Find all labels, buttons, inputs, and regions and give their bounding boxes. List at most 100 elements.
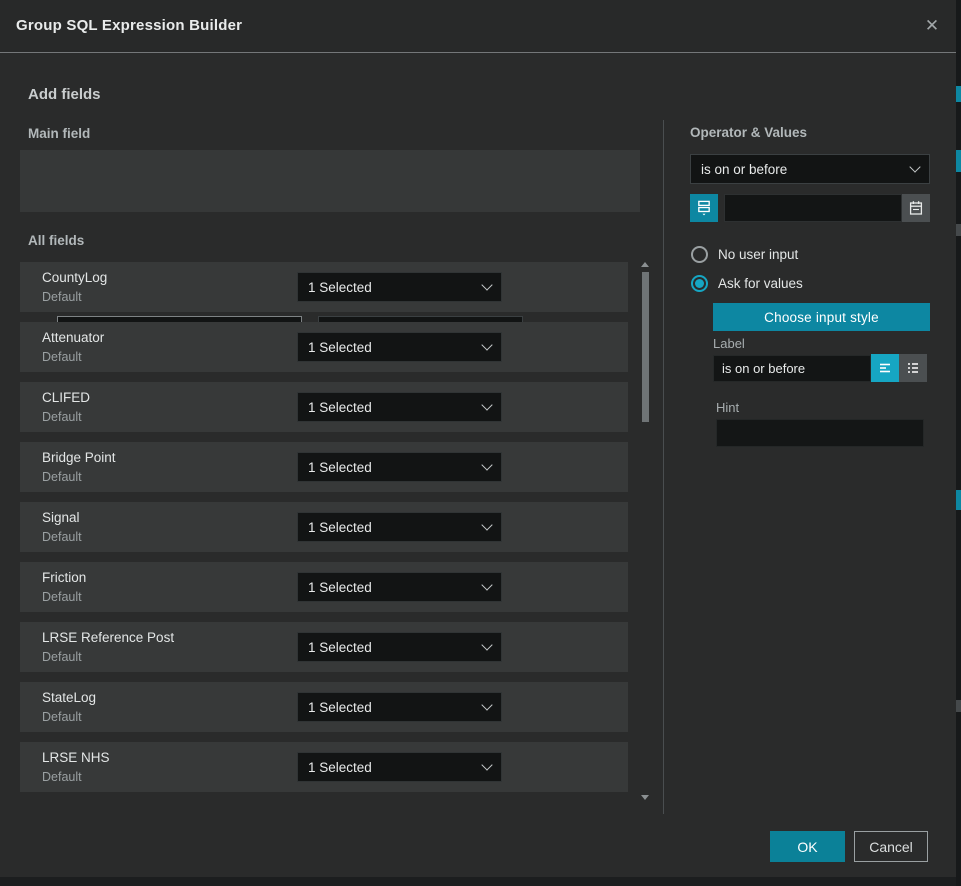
field-values-dropdown[interactable]: 1 Selected bbox=[297, 692, 502, 722]
field-name: Attenuator bbox=[42, 330, 104, 345]
field-values-dropdown[interactable]: 1 Selected bbox=[297, 452, 502, 482]
radio-ask-for-values[interactable]: Ask for values bbox=[691, 275, 803, 292]
add-fields-heading: Add fields bbox=[28, 86, 101, 103]
field-row: CountyLog Default 1 Selected bbox=[20, 262, 628, 312]
field-row: Bridge Point Default 1 Selected bbox=[20, 442, 628, 492]
field-row: StateLog Default 1 Selected bbox=[20, 682, 628, 732]
operator-dropdown-value: is on or before bbox=[701, 162, 903, 177]
screen: Group SQL Expression Builder ✕ Add field… bbox=[0, 0, 961, 886]
radio-label: Ask for values bbox=[718, 276, 803, 291]
field-name: Signal bbox=[42, 510, 80, 525]
field-subtitle: Default bbox=[42, 770, 82, 784]
field-name: Friction bbox=[42, 570, 86, 585]
radio-checked-icon bbox=[691, 275, 708, 292]
field-values-dropdown-value: 1 Selected bbox=[308, 640, 475, 655]
chevron-down-icon bbox=[481, 459, 492, 470]
all-fields-list: CountyLog Default 1 Selected Attenuator … bbox=[20, 262, 628, 792]
field-values-dropdown-value: 1 Selected bbox=[308, 520, 475, 535]
cancel-button[interactable]: Cancel bbox=[854, 831, 928, 862]
hint-caption: Hint bbox=[716, 400, 739, 415]
field-name: LRSE NHS bbox=[42, 750, 110, 765]
field-subtitle: Default bbox=[42, 350, 82, 364]
field-name: Bridge Point bbox=[42, 450, 116, 465]
field-values-dropdown[interactable]: 1 Selected bbox=[297, 272, 502, 302]
field-values-dropdown-value: 1 Selected bbox=[308, 580, 475, 595]
choose-input-style-button[interactable]: Choose input style bbox=[713, 303, 930, 331]
field-row: LRSE Reference Post Default 1 Selected bbox=[20, 622, 628, 672]
panel-divider bbox=[663, 120, 664, 814]
chevron-down-icon bbox=[481, 399, 492, 410]
background-app-sliver bbox=[956, 0, 961, 886]
field-subtitle: Default bbox=[42, 470, 82, 484]
scrollbar-down-arrow-icon[interactable] bbox=[641, 795, 649, 800]
operator-values-heading: Operator & Values bbox=[690, 125, 807, 140]
field-values-dropdown[interactable]: 1 Selected bbox=[297, 392, 502, 422]
chevron-down-icon bbox=[481, 579, 492, 590]
background-app-sliver bbox=[0, 877, 956, 886]
dialog-header: Group SQL Expression Builder ✕ bbox=[0, 0, 956, 53]
input-style-single-line-button[interactable] bbox=[871, 354, 899, 382]
field-values-dropdown-value: 1 Selected bbox=[308, 400, 475, 415]
operator-dropdown[interactable]: is on or before bbox=[690, 154, 930, 184]
field-subtitle: Default bbox=[42, 530, 82, 544]
list-icon bbox=[905, 360, 921, 376]
close-icon[interactable]: ✕ bbox=[920, 14, 944, 38]
field-subtitle: Default bbox=[42, 650, 82, 664]
group-sql-expression-builder-dialog: Group SQL Expression Builder ✕ Add field… bbox=[0, 0, 956, 877]
main-field-panel: CountyLog | Default From Date bbox=[20, 150, 640, 212]
radio-label: No user input bbox=[718, 247, 798, 262]
scrollbar-thumb[interactable] bbox=[642, 272, 649, 422]
field-subtitle: Default bbox=[42, 590, 82, 604]
all-fields-heading: All fields bbox=[28, 233, 84, 248]
radio-icon bbox=[691, 246, 708, 263]
value-source-button[interactable] bbox=[690, 194, 718, 222]
field-values-dropdown-value: 1 Selected bbox=[308, 460, 475, 475]
value-source-icon bbox=[696, 200, 712, 216]
align-left-icon bbox=[877, 360, 893, 376]
main-field-heading: Main field bbox=[28, 126, 90, 141]
field-values-dropdown-value: 1 Selected bbox=[308, 700, 475, 715]
field-values-dropdown[interactable]: 1 Selected bbox=[297, 512, 502, 542]
input-style-list-button[interactable] bbox=[899, 354, 927, 382]
background-app-sliver bbox=[956, 224, 961, 236]
date-picker-button[interactable] bbox=[902, 194, 930, 222]
field-subtitle: Default bbox=[42, 290, 82, 304]
field-name: CLIFED bbox=[42, 390, 90, 405]
dialog-title: Group SQL Expression Builder bbox=[16, 0, 242, 52]
ok-button[interactable]: OK bbox=[770, 831, 845, 862]
field-row: Friction Default 1 Selected bbox=[20, 562, 628, 612]
field-row: LRSE NHS Default 1 Selected bbox=[20, 742, 628, 792]
field-values-dropdown-value: 1 Selected bbox=[308, 760, 475, 775]
chevron-down-icon bbox=[481, 279, 492, 290]
background-app-sliver bbox=[956, 150, 961, 172]
hint-input[interactable] bbox=[716, 419, 924, 447]
chevron-down-icon bbox=[909, 161, 920, 172]
label-caption: Label bbox=[713, 336, 745, 351]
field-row: Attenuator Default 1 Selected bbox=[20, 322, 628, 372]
field-values-dropdown[interactable]: 1 Selected bbox=[297, 332, 502, 362]
chevron-down-icon bbox=[481, 699, 492, 710]
field-name: StateLog bbox=[42, 690, 96, 705]
field-values-dropdown-value: 1 Selected bbox=[308, 340, 475, 355]
background-app-sliver bbox=[956, 86, 961, 102]
field-row: Signal Default 1 Selected bbox=[20, 502, 628, 552]
background-app-sliver bbox=[956, 490, 961, 510]
chevron-down-icon bbox=[481, 639, 492, 650]
field-subtitle: Default bbox=[42, 710, 82, 724]
scrollbar-up-arrow-icon[interactable] bbox=[641, 262, 649, 267]
chevron-down-icon bbox=[481, 339, 492, 350]
field-values-dropdown[interactable]: 1 Selected bbox=[297, 572, 502, 602]
calendar-icon bbox=[908, 200, 924, 216]
label-input[interactable] bbox=[713, 355, 871, 382]
field-name: LRSE Reference Post bbox=[42, 630, 174, 645]
date-value-input[interactable] bbox=[724, 194, 902, 222]
chevron-down-icon bbox=[481, 519, 492, 530]
field-values-dropdown[interactable]: 1 Selected bbox=[297, 632, 502, 662]
radio-no-user-input[interactable]: No user input bbox=[691, 246, 798, 263]
field-row: CLIFED Default 1 Selected bbox=[20, 382, 628, 432]
field-values-dropdown-value: 1 Selected bbox=[308, 280, 475, 295]
field-name: CountyLog bbox=[42, 270, 107, 285]
field-values-dropdown[interactable]: 1 Selected bbox=[297, 752, 502, 782]
chevron-down-icon bbox=[481, 759, 492, 770]
background-app-sliver bbox=[956, 700, 961, 712]
